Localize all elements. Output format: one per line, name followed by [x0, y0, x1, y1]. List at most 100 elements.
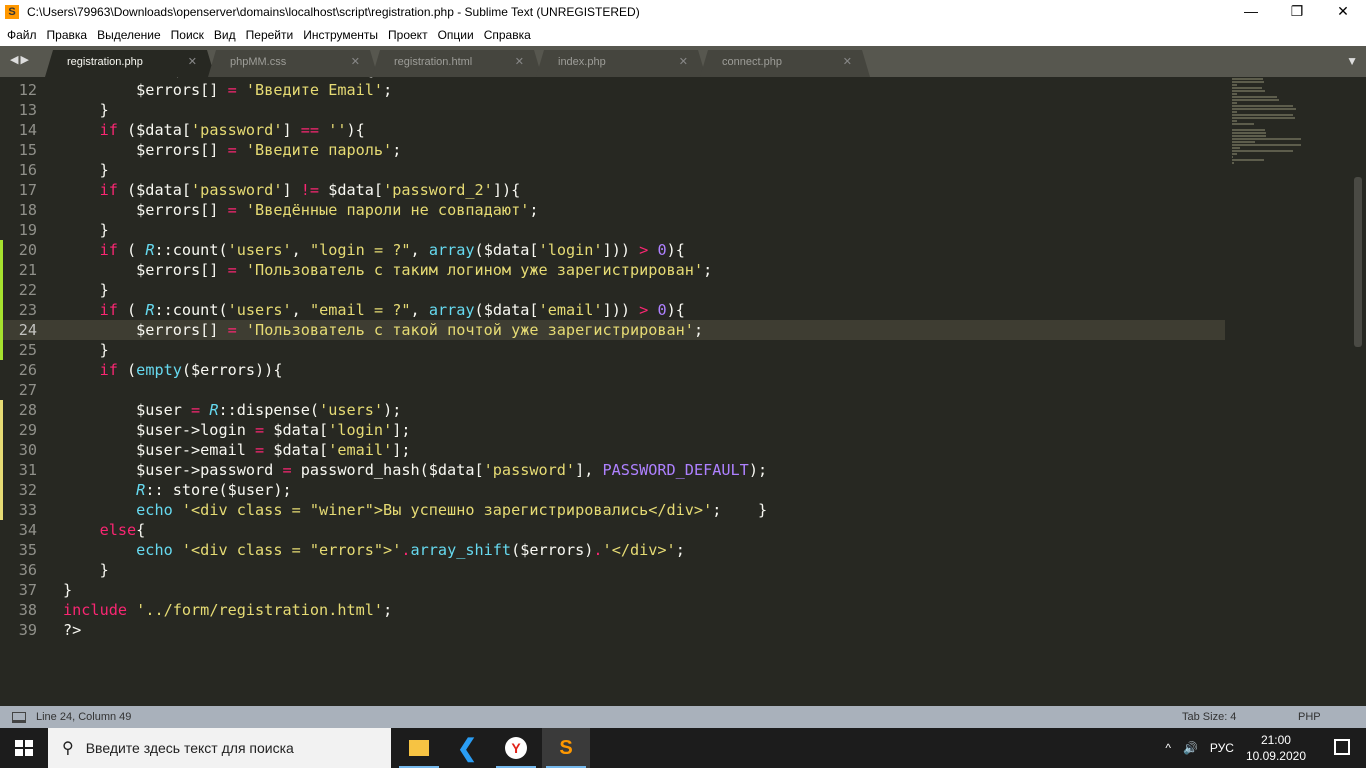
menu-selection[interactable]: Выделение	[92, 28, 166, 42]
tab-bar: ◀▶ registration.php ✕ phpMM.css ✕ registra…	[0, 46, 1366, 77]
panel-toggle-icon[interactable]	[12, 711, 26, 723]
code-line[interactable]: 27	[0, 380, 1225, 400]
menu-edit[interactable]: Правка	[42, 28, 93, 42]
minimap-line	[1232, 108, 1296, 110]
code-text: if ($data['password'] == ''){	[63, 120, 365, 140]
windows-start-icon[interactable]	[15, 740, 33, 756]
language-indicator[interactable]: РУС	[1210, 741, 1234, 755]
code-line[interactable]: 37}	[0, 580, 1225, 600]
notifications-icon[interactable]	[1334, 739, 1350, 755]
code-line[interactable]: 18 $errors[] = 'Введённые пароли не совп…	[0, 200, 1225, 220]
vertical-scrollbar[interactable]	[1354, 77, 1362, 706]
code-line[interactable]: 22 }	[0, 280, 1225, 300]
code-line[interactable]: 36 }	[0, 560, 1225, 580]
menu-project[interactable]: Проект	[383, 28, 433, 42]
minimap-line	[1232, 120, 1237, 122]
menu-file[interactable]: Файл	[2, 28, 42, 42]
code-line[interactable]: 14 if ($data['password'] == ''){	[0, 120, 1225, 140]
code-token: 'email'	[538, 301, 603, 319]
line-number: 21	[18, 261, 37, 279]
close-button[interactable]: ✕	[1320, 0, 1366, 24]
tab-close-icon[interactable]: ✕	[843, 50, 852, 74]
tab-size[interactable]: Tab Size: 4	[1182, 711, 1236, 723]
code-token: ){	[666, 301, 685, 319]
tab-phpmm-css[interactable]: phpMM.css ✕	[208, 50, 378, 77]
menu-help[interactable]: Справка	[479, 28, 536, 42]
tab-index-php[interactable]: index.php ✕	[536, 50, 706, 77]
code-token: $errors[]	[63, 321, 228, 339]
code-token: );	[748, 461, 768, 479]
code-line[interactable]: 23 if ( R::count('users', "email = ?", a…	[0, 300, 1225, 320]
vscode-icon[interactable]: ❮	[443, 728, 491, 768]
menu-find[interactable]: Поиск	[166, 28, 209, 42]
code-line[interactable]: 34 else{	[0, 520, 1225, 540]
code-line[interactable]: 28 $user = R::dispense('users');	[0, 400, 1225, 420]
syntax-selector[interactable]: PHP	[1298, 711, 1321, 723]
code-token: "login = ?"	[309, 241, 411, 259]
yandex-browser-icon[interactable]: Y	[492, 728, 540, 768]
menu-preferences[interactable]: Опции	[433, 28, 479, 42]
tray-chevron-icon[interactable]: ^	[1165, 741, 1171, 755]
scrollbar-thumb[interactable]	[1354, 177, 1362, 347]
minimap-line	[1232, 159, 1265, 161]
code-line[interactable]: 25 }	[0, 340, 1225, 360]
code-token: ,	[291, 301, 310, 319]
code-line[interactable]: 39 ?>	[0, 620, 1225, 640]
code-text: }	[63, 340, 109, 360]
code-line[interactable]: 15 $errors[] = 'Введите пароль';	[0, 140, 1225, 160]
menu-tools[interactable]: Инструменты	[298, 28, 383, 42]
code-text: }	[63, 160, 109, 180]
taskbar-search-box[interactable]: ⚲ Введите здесь текст для поиска	[48, 728, 391, 768]
code-line[interactable]: 13 }	[0, 100, 1225, 120]
line-number: 32	[18, 481, 37, 499]
minimize-button[interactable]: —	[1228, 0, 1274, 24]
code-line[interactable]: 12 $errors[] = 'Введите Email';	[0, 80, 1225, 100]
code-token: $data[	[319, 181, 384, 199]
minimap[interactable]	[1232, 77, 1312, 164]
tab-close-icon[interactable]: ✕	[679, 50, 688, 74]
code-line[interactable]: 30 $user->email = $data['email'];	[0, 440, 1225, 460]
code-token: ::count(	[154, 241, 228, 259]
tab-nav-arrows-icon[interactable]: ◀▶	[10, 53, 31, 66]
code-line[interactable]: 17 if ($data['password'] != $data['passw…	[0, 180, 1225, 200]
code-token: (	[117, 301, 146, 319]
code-line[interactable]: 16 }	[0, 160, 1225, 180]
line-number: 38	[18, 601, 37, 619]
code-token: ]	[282, 121, 301, 139]
code-line[interactable]: 31 $user->password = password_hash($data…	[0, 460, 1225, 480]
code-line[interactable]: 21 $errors[] = 'Пользователь с таким лог…	[0, 260, 1225, 280]
code-line[interactable]: 19 }	[0, 220, 1225, 240]
tab-connect-php[interactable]: connect.php ✕	[700, 50, 870, 77]
maximize-button[interactable]: ❐	[1274, 0, 1320, 24]
tab-close-icon[interactable]: ✕	[188, 50, 197, 74]
code-token: =	[282, 461, 292, 479]
code-line[interactable]: 24 $errors[] = 'Пользователь с такой поч…	[0, 320, 1225, 340]
volume-icon[interactable]: 🔊	[1183, 741, 1198, 755]
code-editor[interactable]: 11 if ($data['email'] == ''){12 $errors[…	[0, 77, 1366, 706]
tab-dropdown-icon[interactable]: ▼	[1346, 54, 1358, 68]
tab-close-icon[interactable]: ✕	[515, 50, 524, 74]
code-token: 'Введите Email'	[245, 81, 384, 99]
code-line[interactable]: 32 R:: store($user);	[0, 480, 1225, 500]
code-line[interactable]: 20 if ( R::count('users', "login = ?", a…	[0, 240, 1225, 260]
code-token: ];	[392, 441, 411, 459]
minimap-line	[1232, 78, 1263, 80]
minimap-line	[1232, 135, 1267, 137]
tab-registration-php[interactable]: registration.php ✕	[45, 50, 215, 77]
tab-close-icon[interactable]: ✕	[351, 50, 360, 74]
sublime-text-taskbar-icon[interactable]: S	[542, 728, 590, 768]
file-explorer-icon[interactable]	[395, 728, 443, 768]
code-line[interactable]: 33 echo '<div class = "winer">Вы успешно…	[0, 500, 1225, 520]
line-number: 37	[18, 581, 37, 599]
clock[interactable]: 21:00 10.09.2020	[1246, 732, 1306, 764]
menu-goto[interactable]: Перейти	[241, 28, 299, 42]
code-line[interactable]: 26 if (empty($errors)){	[0, 360, 1225, 380]
tab-registration-html[interactable]: registration.html ✕	[372, 50, 542, 77]
code-line[interactable]: 38 include '../form/registration.html';	[0, 600, 1225, 620]
menu-view[interactable]: Вид	[209, 28, 241, 42]
code-line[interactable]: 29 $user->login = $data['login'];	[0, 420, 1225, 440]
code-line[interactable]: 35 echo '<div class = "errors">'.array_s…	[0, 540, 1225, 560]
code-text: if ( R::count('users', "email = ?", arra…	[63, 300, 685, 320]
